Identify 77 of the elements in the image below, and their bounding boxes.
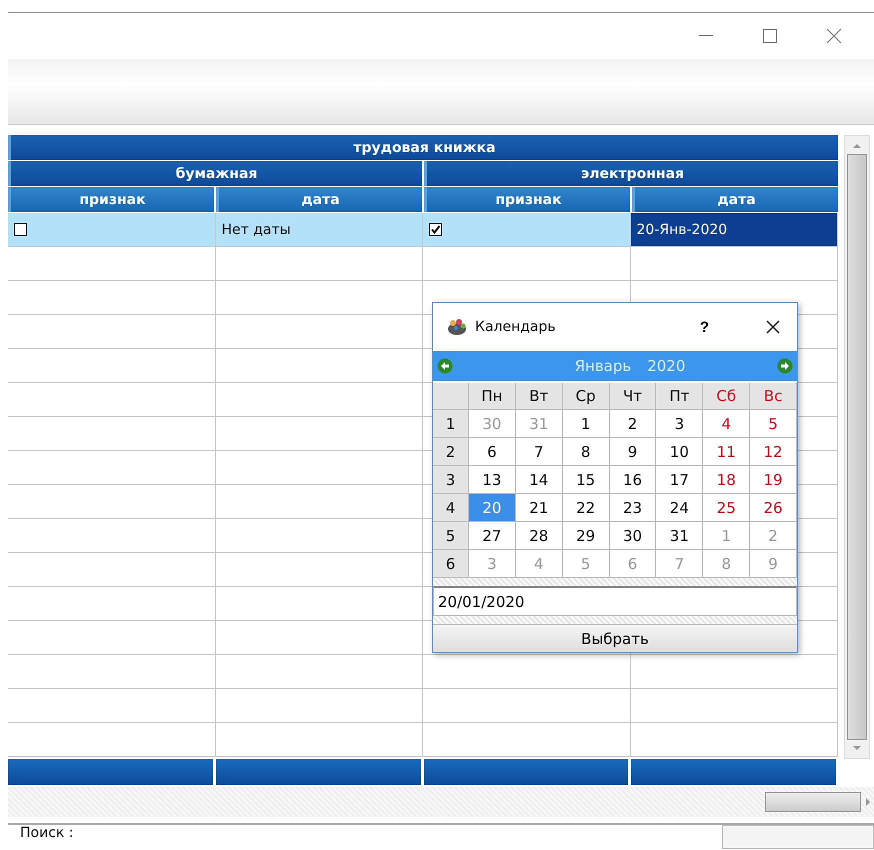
column-group-header: электронная bbox=[424, 161, 838, 186]
weekday-label: Вт bbox=[529, 387, 548, 405]
table-cell[interactable]: 20-Янв-2020 bbox=[630, 213, 838, 246]
scrollbar-thumb[interactable] bbox=[847, 154, 867, 740]
scroll-down-icon[interactable] bbox=[852, 744, 862, 752]
calendar-day[interactable]: 28 bbox=[516, 522, 563, 550]
weekday-label: Пт bbox=[669, 387, 690, 405]
checkbox[interactable] bbox=[429, 223, 442, 236]
palette-icon bbox=[447, 318, 467, 336]
calendar-day[interactable]: 9 bbox=[610, 438, 656, 466]
week-number: 4 bbox=[446, 498, 456, 516]
calendar-day[interactable]: 17 bbox=[656, 466, 704, 494]
calendar-day[interactable]: 21 bbox=[516, 494, 563, 522]
help-button[interactable]: ? bbox=[694, 318, 715, 336]
date-field[interactable]: 20/01/2020 bbox=[433, 586, 797, 616]
week-number: 1 bbox=[446, 414, 456, 432]
minimize-icon bbox=[699, 35, 713, 37]
dialog-title: Календарь bbox=[475, 319, 557, 335]
checkmark-icon bbox=[430, 224, 441, 235]
horizontal-scrollbar[interactable] bbox=[8, 787, 874, 817]
week-number: 5 bbox=[446, 526, 456, 544]
calendar-day[interactable]: 15 bbox=[562, 466, 610, 494]
scrollbar-thumb[interactable] bbox=[765, 792, 861, 812]
calendar-day[interactable]: 6 bbox=[469, 438, 516, 466]
column-group-header: трудовая книжка bbox=[8, 135, 838, 160]
close-icon bbox=[826, 28, 842, 44]
calendar-day[interactable]: 4 bbox=[703, 410, 750, 438]
scroll-up-icon[interactable] bbox=[852, 142, 862, 150]
calendar-day[interactable]: 1 bbox=[562, 410, 610, 438]
calendar-day[interactable]: 18 bbox=[703, 466, 750, 494]
calendar-day[interactable]: 19 bbox=[750, 466, 797, 494]
weekday-label: Чт bbox=[622, 387, 642, 405]
calendar-day[interactable]: 23 bbox=[610, 494, 656, 522]
previous-icon[interactable] bbox=[437, 358, 453, 374]
next-icon[interactable] bbox=[777, 358, 793, 374]
weekday-label: Ср bbox=[576, 387, 596, 405]
scroll-right-icon[interactable] bbox=[864, 797, 872, 807]
column-header: признак bbox=[8, 187, 214, 212]
calendar-day[interactable]: 10 bbox=[656, 438, 704, 466]
table-row[interactable]: Нет даты 20-Янв-2020 bbox=[8, 213, 838, 247]
calendar-day[interactable]: 26 bbox=[750, 494, 797, 522]
week-number: 3 bbox=[446, 470, 456, 488]
search-field[interactable] bbox=[722, 825, 874, 849]
calendar-day[interactable]: 24 bbox=[656, 494, 704, 522]
weekday-label: Вс bbox=[764, 387, 782, 405]
calendar-day[interactable]: 14 bbox=[516, 466, 563, 494]
calendar-day[interactable]: 7 bbox=[516, 438, 563, 466]
weekday-label: Пн bbox=[481, 387, 502, 405]
calendar-day[interactable]: 16 bbox=[610, 466, 656, 494]
select-button[interactable]: Выбрать bbox=[433, 624, 797, 652]
vertical-scrollbar[interactable] bbox=[844, 135, 870, 759]
year-label: 2020 bbox=[647, 357, 686, 375]
calendar-day[interactable]: 13 bbox=[469, 466, 516, 494]
calendar-day[interactable]: 22 bbox=[562, 494, 610, 522]
calendar-day[interactable]: 27 bbox=[469, 522, 516, 550]
calendar-day[interactable]: 5 bbox=[750, 410, 797, 438]
column-group-header: бумажная bbox=[8, 161, 422, 186]
week-number: 2 bbox=[446, 442, 456, 460]
calendar-day[interactable]: 30 bbox=[610, 522, 656, 550]
weekday-label: Сб bbox=[716, 387, 736, 405]
checkbox[interactable] bbox=[14, 223, 27, 236]
calendar-day[interactable]: 11 bbox=[703, 438, 750, 466]
maximize-icon bbox=[763, 29, 777, 43]
calendar-day[interactable]: 31 bbox=[656, 522, 704, 550]
table-cell[interactable]: Нет даты bbox=[216, 213, 423, 246]
column-header: признак bbox=[424, 187, 630, 212]
column-header: дата bbox=[216, 187, 422, 212]
week-number: 6 bbox=[446, 554, 456, 572]
calendar-day[interactable]: 12 bbox=[750, 438, 797, 466]
calendar-day[interactable]: 3 bbox=[656, 410, 704, 438]
search-label: Поиск : bbox=[19, 825, 74, 841]
calendar-day[interactable]: 2 bbox=[610, 410, 656, 438]
calendar-day[interactable]: 29 bbox=[562, 522, 610, 550]
close-icon bbox=[766, 320, 780, 334]
column-header: дата bbox=[632, 187, 838, 212]
calendar-day[interactable]: 25 bbox=[703, 494, 750, 522]
calendar-day[interactable]: 8 bbox=[562, 438, 610, 466]
